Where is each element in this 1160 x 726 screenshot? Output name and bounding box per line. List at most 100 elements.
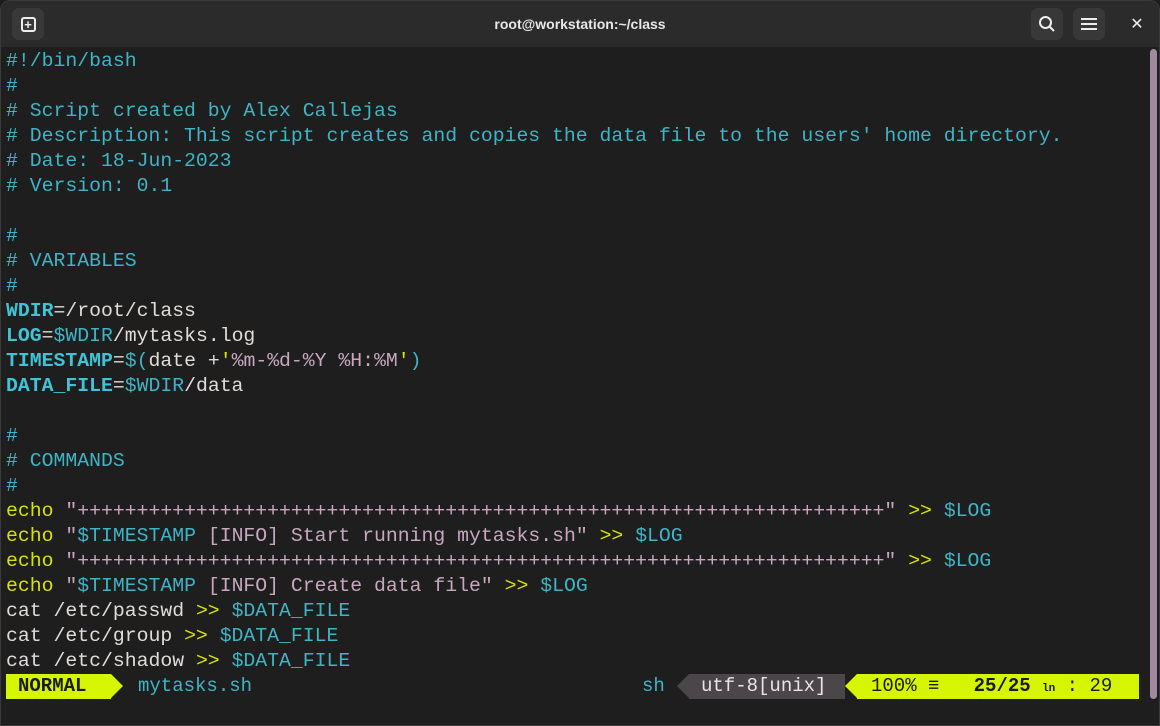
code-token: $DATA_FILE (231, 600, 351, 622)
code-token: >> (599, 525, 624, 547)
cursor-position: 100% ≡ 25/25 ln : 29 (857, 674, 1139, 699)
terminal-window: + root@workstation:~/class ✕ #!/bin/bash… (0, 0, 1160, 726)
code-token: # Version: 0.1 (6, 175, 173, 197)
code-token: cat /etc/group (6, 625, 185, 647)
code-token: = (112, 375, 125, 397)
code-token: ' (219, 350, 232, 372)
code-token: $LOG (540, 575, 588, 597)
code-token: WDIR (6, 300, 54, 322)
code-token: cat /etc/passwd (6, 600, 196, 622)
code-token: [INFO] Create data file" (195, 575, 493, 597)
code-token: # COMMANDS (6, 450, 125, 472)
code-line: LOG=$WDIR/mytasks.log (6, 324, 1063, 349)
code-line: echo "$TIMESTAMP [INFO] Create data file… (6, 574, 1063, 599)
hamburger-icon (1081, 18, 1097, 30)
code-token: $LOG (635, 525, 683, 547)
code-token: %m-%d-%Y %H:%M (231, 350, 398, 372)
code-token: >> (908, 550, 932, 572)
code-line: # Date: 18-Jun-2023 (6, 149, 1063, 174)
code-token: # Date: 18-Jun-2023 (6, 150, 232, 172)
code-token: [INFO] Start running mytasks.sh" (195, 525, 588, 547)
code-token: " (65, 575, 78, 597)
code-token: #!/bin/bash (6, 50, 137, 72)
code-token: LOG (6, 325, 42, 347)
plus-square-icon: + (20, 16, 36, 32)
code-token: /data (184, 375, 244, 397)
code-line: TIMESTAMP=$(date +'%m-%d-%Y %H:%M') (6, 349, 1063, 374)
code-token: cat /etc/shadow (6, 650, 196, 672)
line-number: 25/25 (973, 675, 1031, 697)
vim-statusline: NORMAL mytasks.sh sh utf-8[unix] 100% ≡ … (1, 674, 1151, 699)
code-token: $( (124, 350, 149, 372)
code-token: >> (504, 575, 529, 597)
window-title: root@workstation:~/class (494, 16, 666, 32)
code-token: echo (6, 550, 54, 572)
code-line: # VARIABLES (6, 249, 1063, 274)
code-token: $DATA_FILE (219, 625, 339, 647)
code-token: # (6, 425, 18, 447)
code-token: >> (908, 500, 932, 522)
column-number: 29 (1089, 675, 1113, 697)
code-token: # VARIABLES (6, 250, 137, 272)
code-line: #!/bin/bash (6, 49, 1063, 74)
code-token: "+++++++++++++++++++++++++++++++++++++++… (65, 500, 897, 522)
code-token: # (6, 75, 18, 97)
code-line: cat /etc/shadow >> $DATA_FILE (6, 649, 1063, 674)
code-token: date + (148, 350, 220, 372)
code-token: $TIMESTAMP (77, 575, 196, 597)
mode-indicator: NORMAL (6, 674, 111, 699)
file-type: sh (642, 675, 665, 697)
code-token: # (6, 475, 18, 497)
code-token: >> (184, 625, 208, 647)
code-token: DATA_FILE (6, 375, 113, 397)
code-line: cat /etc/passwd >> $DATA_FILE (6, 599, 1063, 624)
column-separator: : (1066, 675, 1079, 697)
file-name: mytasks.sh (138, 675, 253, 697)
powerline-separator (845, 674, 857, 698)
close-button[interactable]: ✕ (1121, 8, 1153, 40)
code-token: echo (6, 525, 54, 547)
menu-button[interactable] (1073, 8, 1105, 40)
search-button[interactable] (1031, 8, 1063, 40)
code-line: # COMMANDS (6, 449, 1063, 474)
code-line: # Description: This script creates and c… (6, 124, 1063, 149)
new-tab-button[interactable]: + (12, 8, 44, 40)
code-line: # (6, 424, 1063, 449)
code-line: echo "$TIMESTAMP [INFO] Start running my… (6, 524, 1063, 549)
code-token: >> (195, 650, 220, 672)
code-line: DATA_FILE=$WDIR/data (6, 374, 1063, 399)
file-encoding: utf-8[unix] (689, 674, 845, 699)
code-line: # (6, 224, 1063, 249)
code-token: ' (397, 350, 410, 372)
code-token: "+++++++++++++++++++++++++++++++++++++++… (65, 550, 897, 572)
code-line: echo "++++++++++++++++++++++++++++++++++… (6, 499, 1063, 524)
code-token: # Description: This script creates and c… (6, 125, 1063, 147)
line-symbol: ln (1042, 683, 1056, 695)
code-token: TIMESTAMP (6, 350, 113, 372)
scroll-percent: 100% (871, 675, 917, 697)
title-bar: + root@workstation:~/class ✕ (1, 1, 1159, 47)
code-token: $WDIR (53, 325, 113, 347)
code-line: # (6, 474, 1063, 499)
code-token: $WDIR (124, 375, 185, 397)
scrollbar[interactable] (1150, 49, 1157, 699)
code-token: echo (6, 500, 54, 522)
code-token: >> (195, 600, 220, 622)
editor-buffer[interactable]: #!/bin/bash # # Script created by Alex Cal… (6, 49, 1063, 674)
powerline-separator (111, 674, 123, 698)
code-token: =/root/class (53, 300, 196, 322)
code-token: $TIMESTAMP (77, 525, 196, 547)
code-line: WDIR=/root/class (6, 299, 1063, 324)
